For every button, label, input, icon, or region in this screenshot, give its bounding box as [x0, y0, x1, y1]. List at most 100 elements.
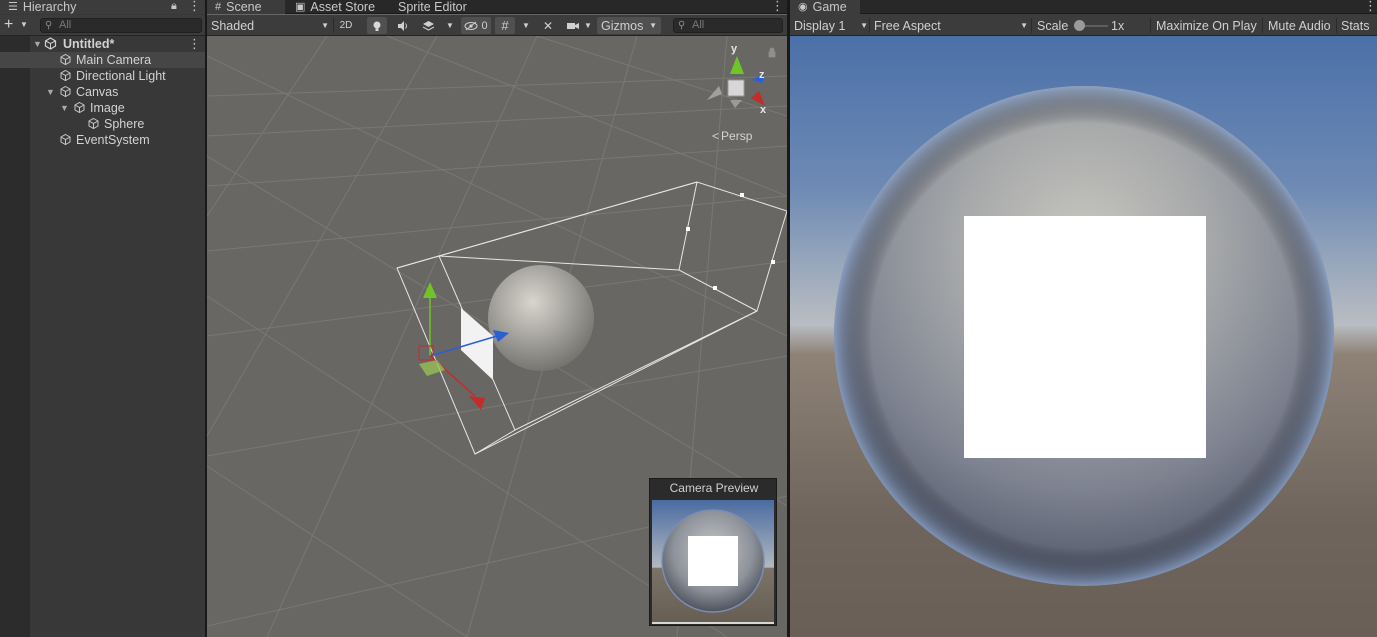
toolbar-separator	[1262, 18, 1263, 33]
toolbar-separator	[333, 18, 334, 33]
hierarchy-panel: ☰ Hierarchy 🔒︎ ⋮ + ▼ ⚲ All ▼ Untitled* ⋮…	[0, 0, 205, 637]
chevron-down-icon: ▼	[649, 21, 657, 30]
toolbar-separator	[869, 18, 870, 33]
mode-2d-toggle[interactable]: 2D	[335, 17, 357, 34]
mute-audio-toggle[interactable]: Mute Audio	[1268, 17, 1331, 34]
hierarchy-item-label: Sphere	[104, 117, 145, 131]
hierarchy-item-label: Main Camera	[76, 53, 152, 67]
grid-icon: #	[215, 1, 222, 13]
gameobject-cube-icon	[88, 117, 99, 130]
hierarchy-item-image[interactable]: ▼ Image	[0, 100, 205, 116]
projection-label: Persp	[721, 129, 753, 143]
scene-panel: # Scene ▣ Asset Store Sprite Editor ⋮ Sh…	[207, 0, 787, 637]
hierarchy-tabbar: ☰ Hierarchy 🔒︎ ⋮	[0, 0, 205, 14]
game-image-quad	[964, 216, 1206, 458]
lock-icon[interactable]: 🔒︎	[171, 0, 177, 13]
scale-slider-handle[interactable]	[1074, 20, 1085, 31]
tab-sprite-editor[interactable]: Sprite Editor	[390, 0, 475, 14]
sphere-object[interactable]	[488, 265, 594, 371]
search-icon: ⚲	[678, 20, 686, 31]
effects-dropdown[interactable]: ▼	[444, 17, 456, 34]
eye-hidden-icon	[464, 21, 478, 30]
chevron-down-icon: ▼	[860, 21, 868, 30]
lock-icon[interactable]	[768, 47, 776, 58]
hierarchy-item-canvas[interactable]: ▼ Canvas	[0, 84, 205, 100]
game-viewport[interactable]	[790, 36, 1377, 637]
maximize-on-play-toggle[interactable]: Maximize On Play	[1156, 17, 1257, 34]
tab-hierarchy-label: Hierarchy	[22, 0, 77, 14]
list-icon: ☰	[8, 1, 18, 13]
aspect-dropdown[interactable]: Free Aspect ▼	[874, 17, 1028, 34]
kebab-menu-icon[interactable]: ⋮	[188, 0, 201, 13]
mute-audio-label: Mute Audio	[1268, 18, 1331, 33]
display-value: Display 1	[794, 18, 846, 33]
hidden-objects-toggle[interactable]: 0	[461, 17, 491, 34]
tools-toggle[interactable]: ✕	[539, 17, 557, 34]
stats-label: Stats	[1341, 18, 1370, 33]
lighting-toggle[interactable]	[367, 17, 387, 34]
grid-toggle[interactable]: #	[495, 17, 515, 34]
hierarchy-item-label: Image	[90, 101, 125, 115]
scene-toolbar: Shaded ▼ 2D ▼ 0 # ▼ ✕ ▼ Gizmos ▼ ⚲ All	[207, 15, 787, 36]
game-render	[790, 36, 1377, 637]
kebab-menu-icon[interactable]: ⋮	[1364, 0, 1377, 13]
layers-icon	[422, 20, 434, 31]
effects-toggle[interactable]	[417, 17, 439, 34]
gizmos-button[interactable]: Gizmos ▼	[597, 17, 661, 34]
chevron-left-icon: <	[712, 129, 720, 143]
scene-search-placeholder: All	[692, 19, 705, 31]
toolbar-separator	[1150, 18, 1151, 33]
chevron-down-icon: ▼	[321, 21, 329, 30]
lightbulb-icon	[373, 21, 381, 31]
hierarchy-item-eventsystem[interactable]: EventSystem	[0, 132, 205, 148]
toolbar-separator	[1031, 18, 1032, 33]
chevron-down-icon: ▼	[584, 21, 592, 30]
hierarchy-item-label: Canvas	[76, 85, 119, 99]
kebab-menu-icon[interactable]: ⋮	[771, 0, 784, 13]
camera-preview-image	[652, 500, 774, 622]
hierarchy-item-label: Directional Light	[76, 69, 166, 83]
gameobject-cube-icon	[74, 101, 85, 114]
hierarchy-item-main-camera[interactable]: Main Camera	[0, 52, 205, 68]
stats-toggle[interactable]: Stats	[1341, 17, 1370, 34]
gizmos-label: Gizmos	[601, 18, 644, 33]
add-icon[interactable]: +	[4, 16, 13, 34]
camera-preview-title: Camera Preview	[669, 481, 759, 495]
wrench-icon: ✕	[542, 18, 554, 33]
game-tabbar: ◉ Game ⋮	[790, 0, 1377, 14]
hierarchy-item-directional-light[interactable]: Directional Light	[0, 68, 205, 84]
camera-toggle[interactable]	[564, 17, 582, 34]
search-icon: ⚲	[45, 20, 53, 31]
expand-arrow-icon[interactable]: ▼	[60, 103, 69, 113]
game-panel: ◉ Game ⋮ Display 1 ▼ Free Aspect ▼ Scale…	[790, 0, 1377, 637]
scale-label: Scale	[1037, 18, 1069, 33]
gizmo-y-label: y	[731, 43, 738, 55]
tab-scene[interactable]: # Scene	[207, 0, 285, 14]
chevron-down-icon: ▼	[522, 21, 530, 30]
hierarchy-search-input[interactable]: ⚲ All	[40, 18, 202, 33]
chevron-down-icon[interactable]: ▼	[20, 20, 28, 29]
video-camera-icon	[567, 22, 579, 29]
grid-dropdown[interactable]: ▼	[520, 17, 532, 34]
gizmo-x-label: x	[760, 104, 767, 116]
hierarchy-search-placeholder: All	[59, 19, 72, 31]
gameobject-cube-icon	[60, 133, 71, 146]
audio-toggle[interactable]	[393, 17, 413, 34]
hierarchy-item-untitled-scene[interactable]: ▼ Untitled* ⋮	[0, 36, 205, 52]
camera-dropdown[interactable]: ▼	[582, 17, 594, 34]
shading-mode-dropdown[interactable]: Shaded ▼	[211, 17, 329, 34]
gameobject-cube-icon	[60, 85, 71, 98]
scene-viewport[interactable]: y z x < Persp Camera Preview	[207, 36, 787, 637]
chevron-down-icon: ▼	[1020, 21, 1028, 30]
hierarchy-toolbar: + ▼ ⚲ All	[0, 15, 205, 36]
expand-arrow-icon[interactable]: ▼	[33, 39, 42, 49]
shading-mode-value: Shaded	[211, 18, 255, 33]
kebab-menu-icon[interactable]: ⋮	[188, 37, 201, 51]
display-dropdown[interactable]: Display 1 ▼	[794, 17, 868, 34]
tab-asset-store[interactable]: ▣ Asset Store	[287, 0, 383, 14]
expand-arrow-icon[interactable]: ▼	[46, 87, 55, 97]
tab-game[interactable]: ◉ Game	[790, 0, 860, 14]
projection-toggle[interactable]: < Persp	[712, 129, 752, 143]
hierarchy-item-sphere[interactable]: Sphere	[0, 116, 205, 132]
scene-search-input[interactable]: ⚲ All	[673, 18, 783, 33]
